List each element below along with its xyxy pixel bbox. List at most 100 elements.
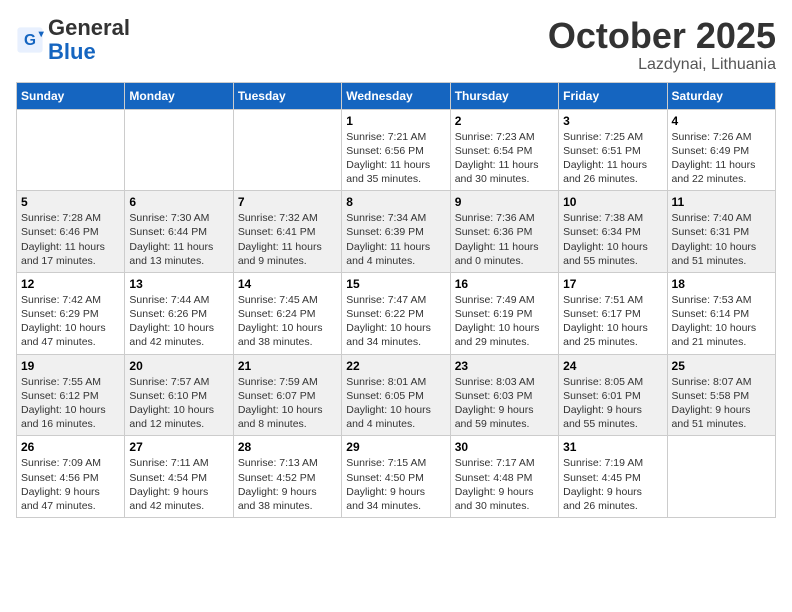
day-number: 16 — [455, 277, 554, 291]
weekday-header-sunday: Sunday — [17, 82, 125, 109]
day-number: 5 — [21, 195, 120, 209]
day-info: Sunrise: 7:32 AM Sunset: 6:41 PM Dayligh… — [238, 211, 337, 268]
day-info: Sunrise: 7:36 AM Sunset: 6:36 PM Dayligh… — [455, 211, 554, 268]
day-number: 27 — [129, 440, 228, 454]
calendar-header-row: SundayMondayTuesdayWednesdayThursdayFrid… — [17, 82, 776, 109]
calendar-cell: 25Sunrise: 8:07 AM Sunset: 5:58 PM Dayli… — [667, 354, 775, 436]
day-info: Sunrise: 7:15 AM Sunset: 4:50 PM Dayligh… — [346, 456, 445, 513]
day-info: Sunrise: 7:53 AM Sunset: 6:14 PM Dayligh… — [672, 293, 771, 350]
calendar-week-2: 5 Sunrise: 7:28 AM Sunset: 6:46 PM Daylig… — [17, 191, 776, 273]
day-number: 13 — [129, 277, 228, 291]
day-number: 28 — [238, 440, 337, 454]
calendar-cell: 18 Sunrise: 7:53 AM Sunset: 6:14 PM Dayli… — [667, 272, 775, 354]
calendar-cell: 7Sunrise: 7:32 AM Sunset: 6:41 PM Daylig… — [233, 191, 341, 273]
day-number: 1 — [346, 114, 445, 128]
logo-blue-text: Blue — [48, 39, 96, 64]
calendar-week-4: 19 Sunrise: 7:55 AM Sunset: 6:12 PM Dayli… — [17, 354, 776, 436]
day-number: 31 — [563, 440, 662, 454]
logo-general-text: General — [48, 15, 130, 40]
weekday-header-friday: Friday — [559, 82, 667, 109]
calendar-week-3: 12Sunrise: 7:42 AM Sunset: 6:29 PM Dayli… — [17, 272, 776, 354]
day-info: Sunrise: 7:55 AM Sunset: 6:12 PM Dayligh… — [21, 375, 120, 432]
day-number: 29 — [346, 440, 445, 454]
calendar-cell: 27 Sunrise: 7:11 AM Sunset: 4:54 PM Dayli… — [125, 436, 233, 518]
calendar-cell — [17, 109, 125, 191]
calendar-cell: 16 Sunrise: 7:49 AM Sunset: 6:19 PM Dayli… — [450, 272, 558, 354]
calendar-cell: 14Sunrise: 7:45 AM Sunset: 6:24 PM Dayli… — [233, 272, 341, 354]
day-info: Sunrise: 7:34 AM Sunset: 6:39 PM Dayligh… — [346, 211, 445, 268]
day-number: 23 — [455, 359, 554, 373]
day-info: Sunrise: 8:01 AM Sunset: 6:05 PM Dayligh… — [346, 375, 445, 432]
day-number: 24 — [563, 359, 662, 373]
day-number: 20 — [129, 359, 228, 373]
location-title: Lazdynai, Lithuania — [548, 56, 776, 74]
calendar-cell: 3Sunrise: 7:25 AM Sunset: 6:51 PM Daylig… — [559, 109, 667, 191]
day-info: Sunrise: 7:51 AM Sunset: 6:17 PM Dayligh… — [563, 293, 662, 350]
calendar-cell: 4Sunrise: 7:26 AM Sunset: 6:49 PM Daylig… — [667, 109, 775, 191]
day-info: Sunrise: 7:57 AM Sunset: 6:10 PM Dayligh… — [129, 375, 228, 432]
calendar-week-1: 1 Sunrise: 7:21 AM Sunset: 6:56 PM Daylig… — [17, 109, 776, 191]
day-info: Sunrise: 7:49 AM Sunset: 6:19 PM Dayligh… — [455, 293, 554, 350]
day-number: 4 — [672, 114, 771, 128]
calendar-cell: 15 Sunrise: 7:47 AM Sunset: 6:22 PM Dayli… — [342, 272, 450, 354]
calendar-cell: 6 Sunrise: 7:30 AM Sunset: 6:44 PM Daylig… — [125, 191, 233, 273]
day-number: 12 — [21, 277, 120, 291]
calendar-cell: 30 Sunrise: 7:17 AM Sunset: 4:48 PM Dayli… — [450, 436, 558, 518]
day-info: Sunrise: 7:21 AM Sunset: 6:56 PM Dayligh… — [346, 130, 445, 187]
calendar-cell: 2Sunrise: 7:23 AM Sunset: 6:54 PM Daylig… — [450, 109, 558, 191]
calendar-cell: 31 Sunrise: 7:19 AM Sunset: 4:45 PM Dayli… — [559, 436, 667, 518]
weekday-header-monday: Monday — [125, 82, 233, 109]
day-number: 26 — [21, 440, 120, 454]
weekday-header-saturday: Saturday — [667, 82, 775, 109]
svg-text:G: G — [24, 32, 36, 49]
day-number: 30 — [455, 440, 554, 454]
day-info: Sunrise: 7:17 AM Sunset: 4:48 PM Dayligh… — [455, 456, 554, 513]
day-info: Sunrise: 7:30 AM Sunset: 6:44 PM Dayligh… — [129, 211, 228, 268]
calendar-table: SundayMondayTuesdayWednesdayThursdayFrid… — [16, 82, 776, 518]
day-number: 15 — [346, 277, 445, 291]
day-number: 17 — [563, 277, 662, 291]
logo-icon: G — [16, 26, 44, 54]
day-info: Sunrise: 7:47 AM Sunset: 6:22 PM Dayligh… — [346, 293, 445, 350]
day-number: 8 — [346, 195, 445, 209]
day-info: Sunrise: 7:59 AM Sunset: 6:07 PM Dayligh… — [238, 375, 337, 432]
day-info: Sunrise: 8:03 AM Sunset: 6:03 PM Dayligh… — [455, 375, 554, 432]
day-info: Sunrise: 7:28 AM Sunset: 6:46 PM Dayligh… — [21, 211, 120, 268]
day-number: 9 — [455, 195, 554, 209]
calendar-cell: 26 Sunrise: 7:09 AM Sunset: 4:56 PM Dayli… — [17, 436, 125, 518]
day-info: Sunrise: 7:38 AM Sunset: 6:34 PM Dayligh… — [563, 211, 662, 268]
calendar-cell: 12Sunrise: 7:42 AM Sunset: 6:29 PM Dayli… — [17, 272, 125, 354]
day-number: 14 — [238, 277, 337, 291]
weekday-header-tuesday: Tuesday — [233, 82, 341, 109]
calendar-cell — [667, 436, 775, 518]
calendar-cell: 24 Sunrise: 8:05 AM Sunset: 6:01 PM Dayli… — [559, 354, 667, 436]
calendar-cell: 21 Sunrise: 7:59 AM Sunset: 6:07 PM Dayli… — [233, 354, 341, 436]
calendar-cell: 11Sunrise: 7:40 AM Sunset: 6:31 PM Dayli… — [667, 191, 775, 273]
calendar-cell — [233, 109, 341, 191]
calendar-cell: 23 Sunrise: 8:03 AM Sunset: 6:03 PM Dayli… — [450, 354, 558, 436]
day-info: Sunrise: 7:25 AM Sunset: 6:51 PM Dayligh… — [563, 130, 662, 187]
day-number: 22 — [346, 359, 445, 373]
day-number: 6 — [129, 195, 228, 209]
calendar-cell: 29 Sunrise: 7:15 AM Sunset: 4:50 PM Dayli… — [342, 436, 450, 518]
day-number: 18 — [672, 277, 771, 291]
calendar-cell: 9 Sunrise: 7:36 AM Sunset: 6:36 PM Daylig… — [450, 191, 558, 273]
day-info: Sunrise: 7:13 AM Sunset: 4:52 PM Dayligh… — [238, 456, 337, 513]
weekday-header-thursday: Thursday — [450, 82, 558, 109]
day-number: 19 — [21, 359, 120, 373]
calendar-cell: 8 Sunrise: 7:34 AM Sunset: 6:39 PM Daylig… — [342, 191, 450, 273]
day-info: Sunrise: 8:07 AM Sunset: 5:58 PM Dayligh… — [672, 375, 771, 432]
calendar-cell: 22 Sunrise: 8:01 AM Sunset: 6:05 PM Dayli… — [342, 354, 450, 436]
calendar-cell: 10Sunrise: 7:38 AM Sunset: 6:34 PM Dayli… — [559, 191, 667, 273]
logo-text: General Blue — [48, 16, 130, 64]
day-number: 21 — [238, 359, 337, 373]
day-info: Sunrise: 7:09 AM Sunset: 4:56 PM Dayligh… — [21, 456, 120, 513]
calendar-cell: 13Sunrise: 7:44 AM Sunset: 6:26 PM Dayli… — [125, 272, 233, 354]
weekday-header-wednesday: Wednesday — [342, 82, 450, 109]
day-info: Sunrise: 7:23 AM Sunset: 6:54 PM Dayligh… — [455, 130, 554, 187]
day-info: Sunrise: 8:05 AM Sunset: 6:01 PM Dayligh… — [563, 375, 662, 432]
day-info: Sunrise: 7:11 AM Sunset: 4:54 PM Dayligh… — [129, 456, 228, 513]
calendar-cell: 1 Sunrise: 7:21 AM Sunset: 6:56 PM Daylig… — [342, 109, 450, 191]
day-info: Sunrise: 7:19 AM Sunset: 4:45 PM Dayligh… — [563, 456, 662, 513]
calendar-cell: 5 Sunrise: 7:28 AM Sunset: 6:46 PM Daylig… — [17, 191, 125, 273]
